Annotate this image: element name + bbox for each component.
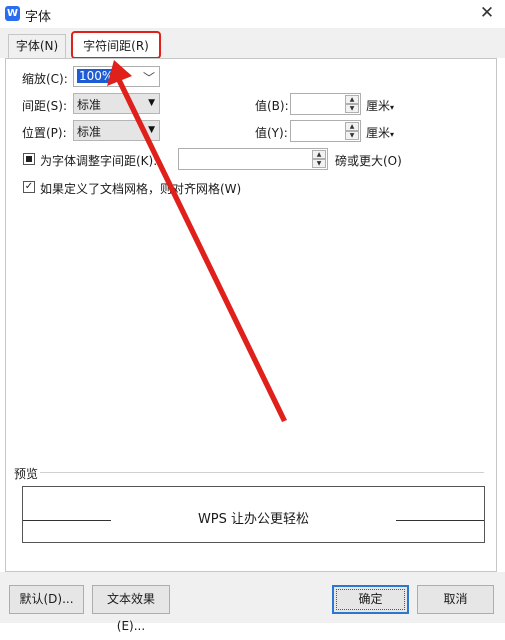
triangle-down-icon[interactable]: ▼ bbox=[148, 125, 155, 135]
scale-combobox[interactable]: 100% ﹀ bbox=[73, 66, 160, 87]
spin-up-icon[interactable]: ▲ bbox=[312, 150, 326, 159]
position-value-label: 值(Y): bbox=[255, 126, 288, 140]
kerning-suffix: 磅或更大(O) bbox=[335, 154, 402, 168]
tab-font[interactable]: 字体(N) bbox=[8, 34, 66, 58]
wps-app-icon: W bbox=[5, 6, 20, 21]
triangle-down-icon[interactable]: ▼ bbox=[148, 98, 155, 108]
title-bar: W 字体 ✕ bbox=[0, 0, 505, 28]
scale-label: 缩放(C): bbox=[22, 72, 68, 86]
spacing-label: 间距(S): bbox=[22, 99, 68, 113]
grid-checkbox[interactable]: ✓ bbox=[23, 181, 35, 193]
position-select[interactable]: 标准 ▼ bbox=[73, 120, 160, 141]
caret-down-icon: ▾ bbox=[390, 103, 395, 112]
close-icon[interactable]: ✕ bbox=[475, 2, 499, 24]
spin-up-icon[interactable]: ▲ bbox=[345, 95, 359, 104]
focus-ring bbox=[336, 589, 405, 610]
caret-down-icon: ▾ bbox=[390, 130, 395, 139]
window-title: 字体 bbox=[25, 10, 52, 25]
position-value-spinner[interactable]: ▲ ▼ bbox=[290, 120, 361, 142]
preview-divider bbox=[40, 472, 484, 473]
spacing-value-label: 值(B): bbox=[255, 99, 289, 113]
chevron-down-icon[interactable]: ﹀ bbox=[143, 69, 155, 86]
position-label: 位置(P): bbox=[22, 126, 67, 140]
spin-down-icon[interactable]: ▼ bbox=[345, 131, 359, 140]
spin-up-icon[interactable]: ▲ bbox=[345, 122, 359, 131]
spacing-select[interactable]: 标准 ▼ bbox=[73, 93, 160, 114]
preview-text: WPS 让办公更轻松 bbox=[197, 512, 310, 527]
kerning-spinner[interactable]: ▲ ▼ bbox=[178, 148, 328, 170]
cancel-button[interactable]: 取消 bbox=[417, 585, 494, 614]
tab-character-spacing[interactable]: 字符间距(R) bbox=[71, 31, 161, 59]
kerning-label: 为字体调整字间距(K): bbox=[40, 154, 158, 168]
spacing-value: 标准 bbox=[77, 98, 102, 112]
text-effects-button[interactable]: 文本效果(E)... bbox=[92, 585, 170, 633]
preview-box: WPS 让办公更轻松 bbox=[22, 486, 485, 543]
spin-down-icon[interactable]: ▼ bbox=[312, 159, 326, 168]
preview-label: 预览 bbox=[14, 467, 39, 481]
default-button[interactable]: 默认(D)... bbox=[9, 585, 84, 614]
grid-label: 如果定义了文档网格，则对齐网格(W) bbox=[40, 182, 242, 196]
ok-button[interactable]: 确定 bbox=[332, 585, 409, 614]
kerning-checkbox[interactable] bbox=[23, 153, 35, 165]
scale-value: 100% bbox=[77, 69, 116, 83]
spacing-unit-dropdown[interactable]: 厘米▾ bbox=[366, 97, 394, 114]
spin-down-icon[interactable]: ▼ bbox=[345, 104, 359, 113]
position-value: 标准 bbox=[77, 125, 102, 139]
spacing-value-spinner[interactable]: ▲ ▼ bbox=[290, 93, 361, 115]
position-unit-dropdown[interactable]: 厘米▾ bbox=[366, 124, 394, 141]
